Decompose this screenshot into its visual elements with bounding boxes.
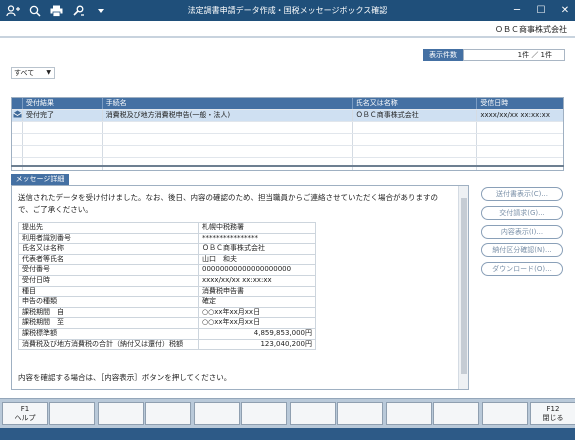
detail-field-row: 氏名又は名称 ＯＢＣ商事株式会社 <box>18 243 316 255</box>
fkey-empty-button[interactable] <box>98 402 144 425</box>
field-label: 課税期間 至 <box>18 317 199 329</box>
field-value: ○○xx年xx月xx日 <box>198 306 316 319</box>
table-row-empty <box>12 134 563 146</box>
count-label: 表示件数 <box>423 49 463 61</box>
fkey-number: F1 <box>20 405 30 413</box>
detail-field-row: 提出先 札幌中税務署 <box>18 222 316 234</box>
detail-field-row: 種目 消費税申告書 <box>18 285 316 298</box>
fkey-f12-button[interactable]: F12 閉じる <box>530 402 575 425</box>
message-table: 受付結果 手続名 氏名又は名称 受信日時 受付完了 消費税及び地方消費税申告(一… <box>11 97 564 171</box>
field-value: 札幌中税務署 <box>198 222 316 234</box>
field-value: 確定 <box>198 296 316 308</box>
fkey-empty-button[interactable] <box>482 402 528 425</box>
field-label: 提出先 <box>18 222 199 234</box>
field-label: 利用者識別番号 <box>18 232 199 245</box>
table-row-empty <box>12 158 563 170</box>
detail-field-row: 受付日時 xxxx/xx/xx xx:xx:xx <box>18 274 316 287</box>
table-row[interactable]: 受付完了 消費税及び地方消費税申告(一般・法人) ＯＢＣ商事株式会社 xxxx/… <box>12 110 563 122</box>
close-icon[interactable]: ✕ <box>559 3 571 17</box>
column-header[interactable]: 受信日時 <box>477 98 563 109</box>
field-label: 受付日時 <box>18 274 199 287</box>
fkey-empty-button[interactable] <box>386 402 432 425</box>
scroll-thumb[interactable] <box>461 198 467 374</box>
issue-request-button[interactable]: 交付請求(G)... <box>481 206 563 220</box>
status-bar <box>0 428 575 440</box>
field-value: 00000000000000000000 <box>198 264 316 276</box>
envelope-icon <box>12 110 23 121</box>
company-name: ＯＢＣ商事株式会社 <box>495 25 567 34</box>
table-cell: 受付完了 <box>23 110 103 121</box>
title-bar: 法定調書申請データ作成・国税メッセージボックス確認 ─ ☐ ✕ <box>0 0 575 21</box>
table-cell: ＯＢＣ商事株式会社 <box>353 110 478 121</box>
filter-select[interactable]: すべて ▼ <box>11 67 55 79</box>
tab-message-detail[interactable]: メッセージ詳細 <box>11 174 69 185</box>
table-header: 受付結果 手続名 氏名又は名称 受信日時 <box>12 98 563 110</box>
detail-message: 送信されたデータを受け付けました。なお、後日、内容の確認のため、担当職員からご連… <box>18 193 438 214</box>
field-value: ＯＢＣ商事株式会社 <box>198 243 316 255</box>
field-label: 課税標準額 <box>18 327 199 340</box>
field-value: ○○xx年xx月xx日 <box>198 317 316 329</box>
detail-field-row: 利用者識別番号 **************** <box>18 232 316 245</box>
chevron-down-icon: ▼ <box>46 69 51 76</box>
field-label: 代表者等氏名 <box>18 253 199 266</box>
message-detail-panel: 送信されたデータを受け付けました。なお、後日、内容の確認のため、担当職員からご連… <box>11 185 469 390</box>
field-value: 山口 和夫 <box>198 253 316 266</box>
detail-field-row: 申告の種類 確定 <box>18 296 316 308</box>
fkey-empty-button[interactable] <box>49 402 95 425</box>
field-label: 種目 <box>18 285 199 298</box>
divider <box>0 36 575 38</box>
download-button[interactable]: ダウンロード(O)... <box>481 262 563 276</box>
fkey-empty-button[interactable] <box>241 402 287 425</box>
header-icon-col <box>12 98 23 109</box>
detail-field-row: 消費税及び地方消費税の合計（納付又は還付）税額 123,040,200円 <box>18 338 316 351</box>
detail-field-row: 代表者等氏名 山口 和夫 <box>18 253 316 266</box>
fkey-label: ヘルプ <box>14 414 36 422</box>
table-cell: 消費税及び地方消費税申告(一般・法人) <box>103 110 353 121</box>
vertical-scrollbar[interactable] <box>458 186 468 389</box>
column-header[interactable]: 手続名 <box>103 98 353 109</box>
detail-field-row: 課税期間 至 ○○xx年xx月xx日 <box>18 317 316 329</box>
field-value: xxxx/xx/xx xx:xx:xx <box>198 274 316 287</box>
table-row-empty <box>12 146 563 158</box>
send-document-button[interactable]: 送付書表示(C)... <box>481 187 563 201</box>
field-label: 氏名又は名称 <box>18 243 199 255</box>
field-label: 申告の種類 <box>18 296 199 308</box>
field-label: 課税期間 自 <box>18 306 199 319</box>
fkey-label: 閉じる <box>542 414 564 422</box>
fkey-empty-button[interactable] <box>290 402 336 425</box>
table-cell: xxxx/xx/xx xx:xx:xx <box>480 111 550 119</box>
field-value: **************** <box>198 232 316 245</box>
field-value: 消費税申告書 <box>198 285 316 298</box>
field-value: 4,859,853,000円 <box>198 327 316 340</box>
window-title: 法定調書申請データ作成・国税メッセージボックス確認 <box>187 6 388 15</box>
fkey-empty-button[interactable] <box>433 402 479 425</box>
minimize-icon[interactable]: ─ <box>511 3 523 17</box>
field-value: 123,040,200円 <box>198 338 316 351</box>
count-value: 1件 ／ 1件 <box>463 49 565 61</box>
field-label: 消費税及び地方消費税の合計（納付又は還付）税額 <box>18 338 199 351</box>
detail-field-row: 課税期間 自 ○○xx年xx月xx日 <box>18 306 316 319</box>
column-header[interactable]: 受付結果 <box>23 98 103 109</box>
detail-field-row: 課税標準額 4,859,853,000円 <box>18 327 316 340</box>
filter-selected: すべて <box>14 69 35 77</box>
detail-footer: 内容を確認する場合は、［内容表示］ボタンを押してください。 <box>18 373 232 382</box>
fkey-empty-button[interactable] <box>337 402 383 425</box>
field-label: 受付番号 <box>18 264 199 276</box>
table-row-empty <box>12 122 563 134</box>
fkey-number: F12 <box>546 405 560 413</box>
maximize-icon[interactable]: ☐ <box>535 3 547 17</box>
splitter[interactable] <box>11 165 564 167</box>
fkey-empty-button[interactable] <box>194 402 240 425</box>
column-header[interactable]: 氏名又は名称 <box>353 98 478 109</box>
detail-fields-table: 提出先 札幌中税務署 利用者識別番号 **************** 氏名又は名称 ＯＢ… <box>18 222 316 351</box>
window-controls: ─ ☐ ✕ <box>511 3 571 17</box>
show-content-button[interactable]: 内容表示(I)... <box>481 225 563 239</box>
payment-check-button[interactable]: 納付区分確認(N)... <box>481 243 563 257</box>
detail-field-row: 受付番号 00000000000000000000 <box>18 264 316 276</box>
fkey-empty-button[interactable] <box>145 402 191 425</box>
fkey-f1-button[interactable]: F1 ヘルプ <box>2 402 48 425</box>
